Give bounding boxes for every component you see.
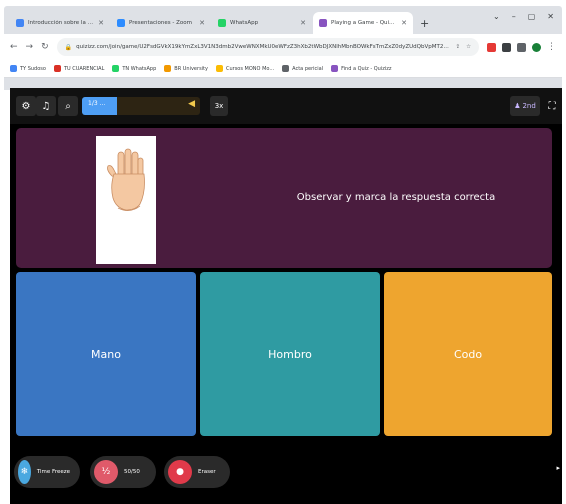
bookmark-item[interactable]: Cursos MONO Mo... <box>215 65 275 72</box>
tab-lesson[interactable]: Introducción sobre la lección ✕ <box>10 12 110 34</box>
hand-illustration <box>107 148 145 211</box>
bookmark-icon <box>112 65 120 72</box>
doc-icon <box>16 19 24 27</box>
bookmark-icon <box>282 65 290 72</box>
close-icon[interactable]: ✕ <box>401 19 407 27</box>
bookmark-item[interactable]: BR University <box>164 65 208 72</box>
progress-marker-icon: ◀ <box>188 99 195 109</box>
answer-option-hombro[interactable]: Hombro <box>200 272 380 436</box>
fifty-icon: ½ <box>94 460 118 484</box>
bookmark-icon <box>215 65 223 72</box>
bookmark-item[interactable]: Acta pericial <box>282 65 323 72</box>
tab-title: Presentaciones - Zoom <box>129 20 192 26</box>
bookmarks-bar: TY Sudoso TU CUARENCIAL TN WhatsApp BR U… <box>4 60 562 78</box>
extensions: ⋮ <box>487 42 556 52</box>
close-icon[interactable]: ✕ <box>300 19 306 27</box>
bookmark-label: BR University <box>174 65 208 72</box>
hand-image <box>96 136 156 264</box>
scroll-arrow-icon[interactable]: ▸ <box>556 464 560 472</box>
bookmark-item[interactable]: TN WhatsApp <box>112 65 156 72</box>
url-text: quizizz.com/join/game/U2FsdGVkX19kYmZxL3… <box>76 44 450 50</box>
menu-icon[interactable]: ⋮ <box>547 42 556 52</box>
gear-icon: ⚙ <box>21 100 31 112</box>
tab-zoom[interactable]: Presentaciones - Zoom ✕ <box>111 12 211 34</box>
bookmark-icon <box>10 65 17 72</box>
option-label: Codo <box>453 347 483 361</box>
extension-red-icon[interactable] <box>487 42 496 52</box>
tab-title: Playing a Game - Quizizz <box>331 20 398 26</box>
music-off-icon: ♫ <box>41 100 51 112</box>
tab-strip: Introducción sobre la lección ✕ Presenta… <box>4 6 562 34</box>
minimize-icon[interactable]: – <box>512 12 516 21</box>
close-window-icon[interactable]: ✕ <box>547 12 554 21</box>
quizizz-icon <box>319 19 327 27</box>
address-bar-row: ← → ↻ 🔒 quizizz.com/join/game/U2FsdGVkX1… <box>4 34 562 60</box>
bookmark-icon <box>164 65 172 72</box>
answer-option-codo[interactable]: Codo <box>384 272 552 436</box>
share-icon[interactable]: ⇪ <box>455 44 460 50</box>
maximize-icon[interactable]: ▢ <box>528 12 536 21</box>
powerup-time-freeze[interactable]: ❄ Time Freeze <box>14 456 80 488</box>
tab-whatsapp[interactable]: WhatsApp ✕ <box>212 12 312 34</box>
bookmark-item[interactable]: Find a Quiz - Quizizz <box>331 65 391 72</box>
streak-counter: 3x <box>210 96 228 116</box>
powerup-fifty-fifty[interactable]: ½ 50/50 <box>90 456 156 488</box>
profile-avatar[interactable] <box>532 42 541 52</box>
tab-search-icon[interactable]: ⌄ <box>493 12 500 21</box>
question-progress: 1/3 ... ◀ <box>82 97 200 115</box>
close-icon[interactable]: ✕ <box>199 19 205 27</box>
extension-dark-icon[interactable] <box>502 42 511 52</box>
quiz-app: ⚙ ♫ ⌕ 1/3 ... ◀ 3x ♟ 2nd ⛶ Observar y ma… <box>10 88 562 504</box>
browser-window: Introducción sobre la lección ✕ Presenta… <box>4 6 562 90</box>
magnifier-icon: ⌕ <box>65 100 71 112</box>
forward-icon[interactable]: → <box>26 42 34 52</box>
tab-quizizz[interactable]: Playing a Game - Quizizz ✕ <box>313 12 413 34</box>
quiz-topbar: ⚙ ♫ ⌕ 1/3 ... ◀ 3x ♟ 2nd ⛶ <box>10 88 562 124</box>
powerup-eraser[interactable]: ● Eraser <box>164 456 230 488</box>
star-icon[interactable]: ☆ <box>466 44 471 50</box>
snowflake-icon: ❄ <box>18 460 31 484</box>
music-button[interactable]: ♫ <box>36 96 56 116</box>
progress-label: 1/3 ... <box>88 100 106 107</box>
new-tab-button[interactable]: + <box>420 17 429 30</box>
bookmark-item[interactable]: TY Sudoso <box>10 65 46 72</box>
reload-icon[interactable]: ↻ <box>41 42 49 52</box>
rank-button[interactable]: ♟ 2nd <box>510 96 540 116</box>
rank-label: 2nd <box>522 102 536 110</box>
window-controls: ⌄ – ▢ ✕ <box>493 12 554 21</box>
extension-puzzle-icon[interactable] <box>517 42 526 52</box>
question-panel: Observar y marca la respuesta correcta <box>16 128 552 268</box>
zoom-icon <box>117 19 125 27</box>
zoom-button[interactable]: ⌕ <box>58 96 78 116</box>
tab-title: Introducción sobre la lección <box>28 20 94 26</box>
bookmark-label: TY Sudoso <box>20 65 46 72</box>
powerup-label: Time Freeze <box>36 469 70 475</box>
option-label: Mano <box>91 347 121 361</box>
bookmark-label: TU CUARENCIAL <box>63 65 105 72</box>
bookmark-icon <box>53 65 61 72</box>
option-label: Hombro <box>268 347 312 361</box>
fullscreen-button[interactable]: ⛶ <box>544 96 560 116</box>
back-icon[interactable]: ← <box>10 42 18 52</box>
bookmark-item[interactable]: TU CUARENCIAL <box>53 65 105 72</box>
close-icon[interactable]: ✕ <box>98 19 104 27</box>
answer-option-mano[interactable]: Mano <box>16 272 196 436</box>
bookmark-label: Find a Quiz - Quizizz <box>341 65 392 72</box>
powerups-bar: ❄ Time Freeze ½ 50/50 ● Eraser <box>10 452 562 496</box>
bookmark-label: Acta pericial <box>292 65 324 72</box>
lock-icon[interactable]: 🔒 <box>65 44 72 51</box>
settings-button[interactable]: ⚙ <box>16 96 36 116</box>
question-text: Observar y marca la respuesta correcta <box>296 192 496 203</box>
fullscreen-icon: ⛶ <box>548 100 556 112</box>
eraser-icon: ● <box>168 460 192 484</box>
bookmark-label: TN WhatsApp <box>122 65 157 72</box>
bookmark-icon <box>331 65 339 72</box>
whatsapp-icon <box>218 19 226 27</box>
tab-title: WhatsApp <box>230 20 259 26</box>
powerup-label: Eraser <box>198 469 216 475</box>
bookmark-label: Cursos MONO Mo... <box>225 65 275 72</box>
url-bar[interactable]: 🔒 quizizz.com/join/game/U2FsdGVkX19kYmZx… <box>56 38 479 56</box>
person-icon: ♟ <box>514 102 521 110</box>
powerup-label: 50/50 <box>124 469 140 475</box>
